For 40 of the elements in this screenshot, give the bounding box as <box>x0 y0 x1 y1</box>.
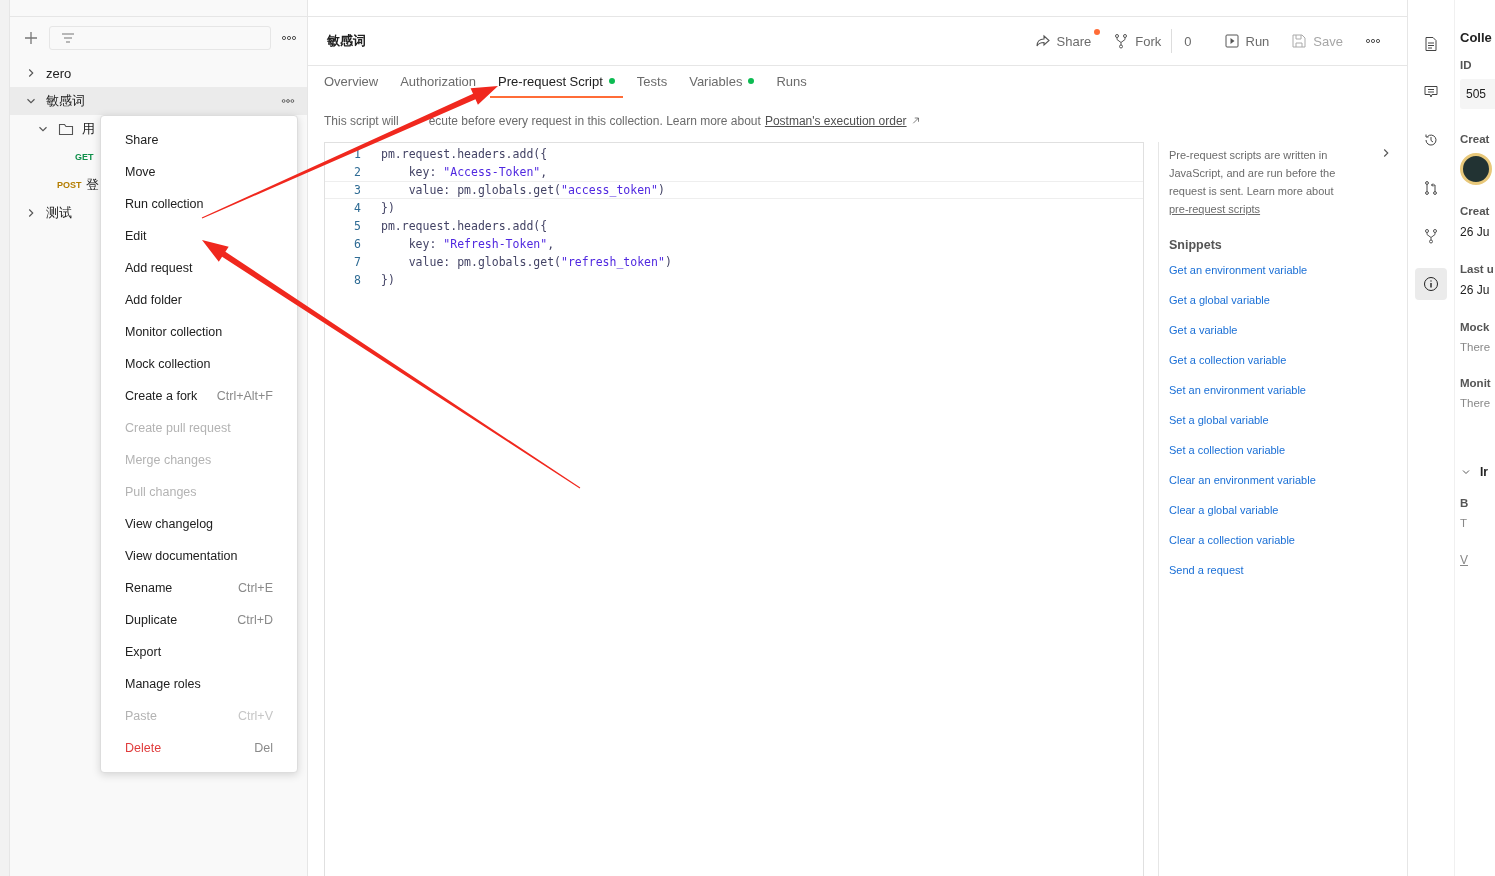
code-line: }) <box>381 201 395 215</box>
field-label: ID <box>1460 59 1472 71</box>
code-line: pm.request.headers.add({ <box>381 147 548 161</box>
collection-title: 敏感词 <box>327 32 366 50</box>
field-value: There <box>1460 397 1491 409</box>
shortcut-text: Del <box>254 741 273 755</box>
line-number: 8 <box>353 273 362 287</box>
description-text: ecute before every request in this collection. Learn more about <box>428 114 761 128</box>
line-number: 2 <box>353 165 362 179</box>
shortcut-text: Ctrl+E <box>237 581 273 595</box>
section-heading: Snippets <box>1169 238 1223 252</box>
shortcut-text: Ctrl+D <box>237 613 273 627</box>
field-value: 26 Ju <box>1460 283 1490 297</box>
code-line: pm.request.headers.add({ <box>381 219 548 233</box>
code-line: }) <box>381 273 395 287</box>
code-line: key: "Access-Token", <box>407 165 548 179</box>
help-text: Pre-request scripts are written in JavaScript, and are run before the request is sent. Learn more about pre-request scripts <box>1169 148 1337 217</box>
code-line: value: pm.globals.get("refresh_token") <box>407 255 672 269</box>
shortcut-text: Ctrl+Alt+F <box>216 389 273 403</box>
line-number: 3 <box>353 183 362 197</box>
code-line: key: "Refresh-Token", <box>407 237 555 251</box>
field-label: Monit <box>1460 377 1491 389</box>
line-number: 5 <box>353 219 362 233</box>
section-heading: Ir <box>1480 465 1488 479</box>
line-number: 7 <box>353 255 362 269</box>
field-label: Mock <box>1460 321 1490 333</box>
field-value: 26 Ju <box>1460 225 1490 239</box>
line-number: 6 <box>353 237 362 251</box>
code-line: value: pm.globals.get("access_token") <box>407 183 665 197</box>
field-value: T <box>1460 517 1468 529</box>
line-number: 4 <box>353 201 362 215</box>
field-label: Creat <box>1460 205 1490 217</box>
panel-title: Colle <box>1460 30 1492 45</box>
field-value: There <box>1460 341 1491 353</box>
shortcut-text: Ctrl+V <box>237 709 273 723</box>
field-label: B <box>1460 497 1469 509</box>
field-label: Last u <box>1460 263 1494 275</box>
fork-count: 0 <box>1183 32 1193 51</box>
field-label: Creat <box>1460 133 1490 145</box>
description-text: This script will <box>324 114 399 128</box>
